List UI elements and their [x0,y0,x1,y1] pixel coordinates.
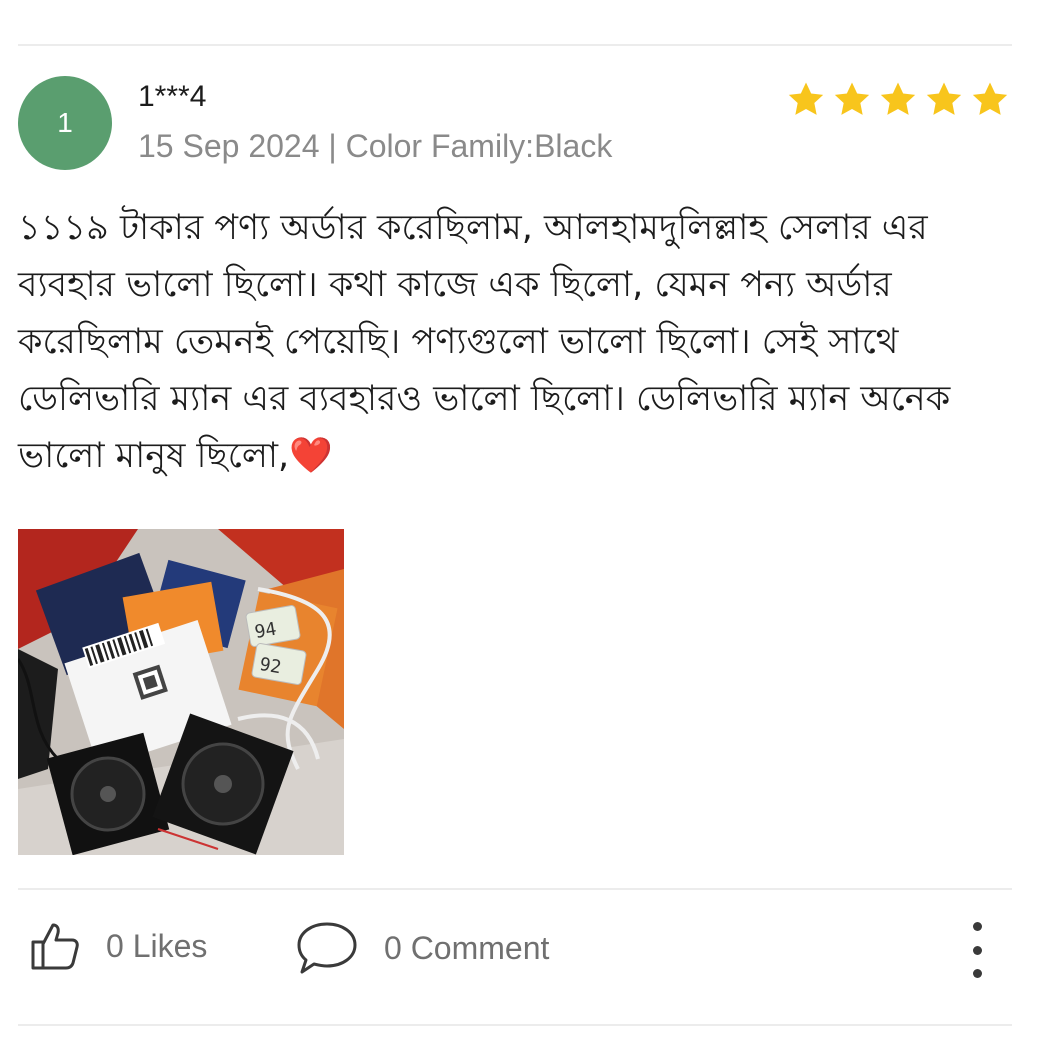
comment-count: 0 Comment [384,929,550,966]
review-meta: 15 Sep 2024 | Color Family:Black [138,128,613,164]
likes-count: 0 Likes [106,927,208,964]
thermometer-reading-1: 94 [253,619,278,643]
review-photo[interactable]: 94 92 [18,529,344,855]
avatar-initial: 1 [57,107,73,138]
star-icon [926,82,962,115]
reviewer-name: 1***4 [138,80,207,113]
review-text: ১১১৯ টাকার পণ্য অর্ডার করেছিলাম, আলহামদু… [18,208,951,476]
bottom-divider [18,888,1012,890]
top-divider [18,44,1012,46]
more-options-icon[interactable] [960,922,994,978]
star-icon [880,82,916,115]
like-button[interactable]: 0 Likes [28,920,207,972]
star-icon [834,82,870,115]
star-icon [788,82,824,115]
star-rating [786,80,1010,120]
avatar: 1 [18,76,112,170]
thumbs-up-icon [31,923,79,970]
footer-divider [18,1024,1012,1026]
comment-button[interactable]: 0 Comment [296,920,549,976]
thermometer-reading-2: 92 [258,654,283,678]
star-icon [972,82,1008,115]
comment-icon [297,922,357,974]
